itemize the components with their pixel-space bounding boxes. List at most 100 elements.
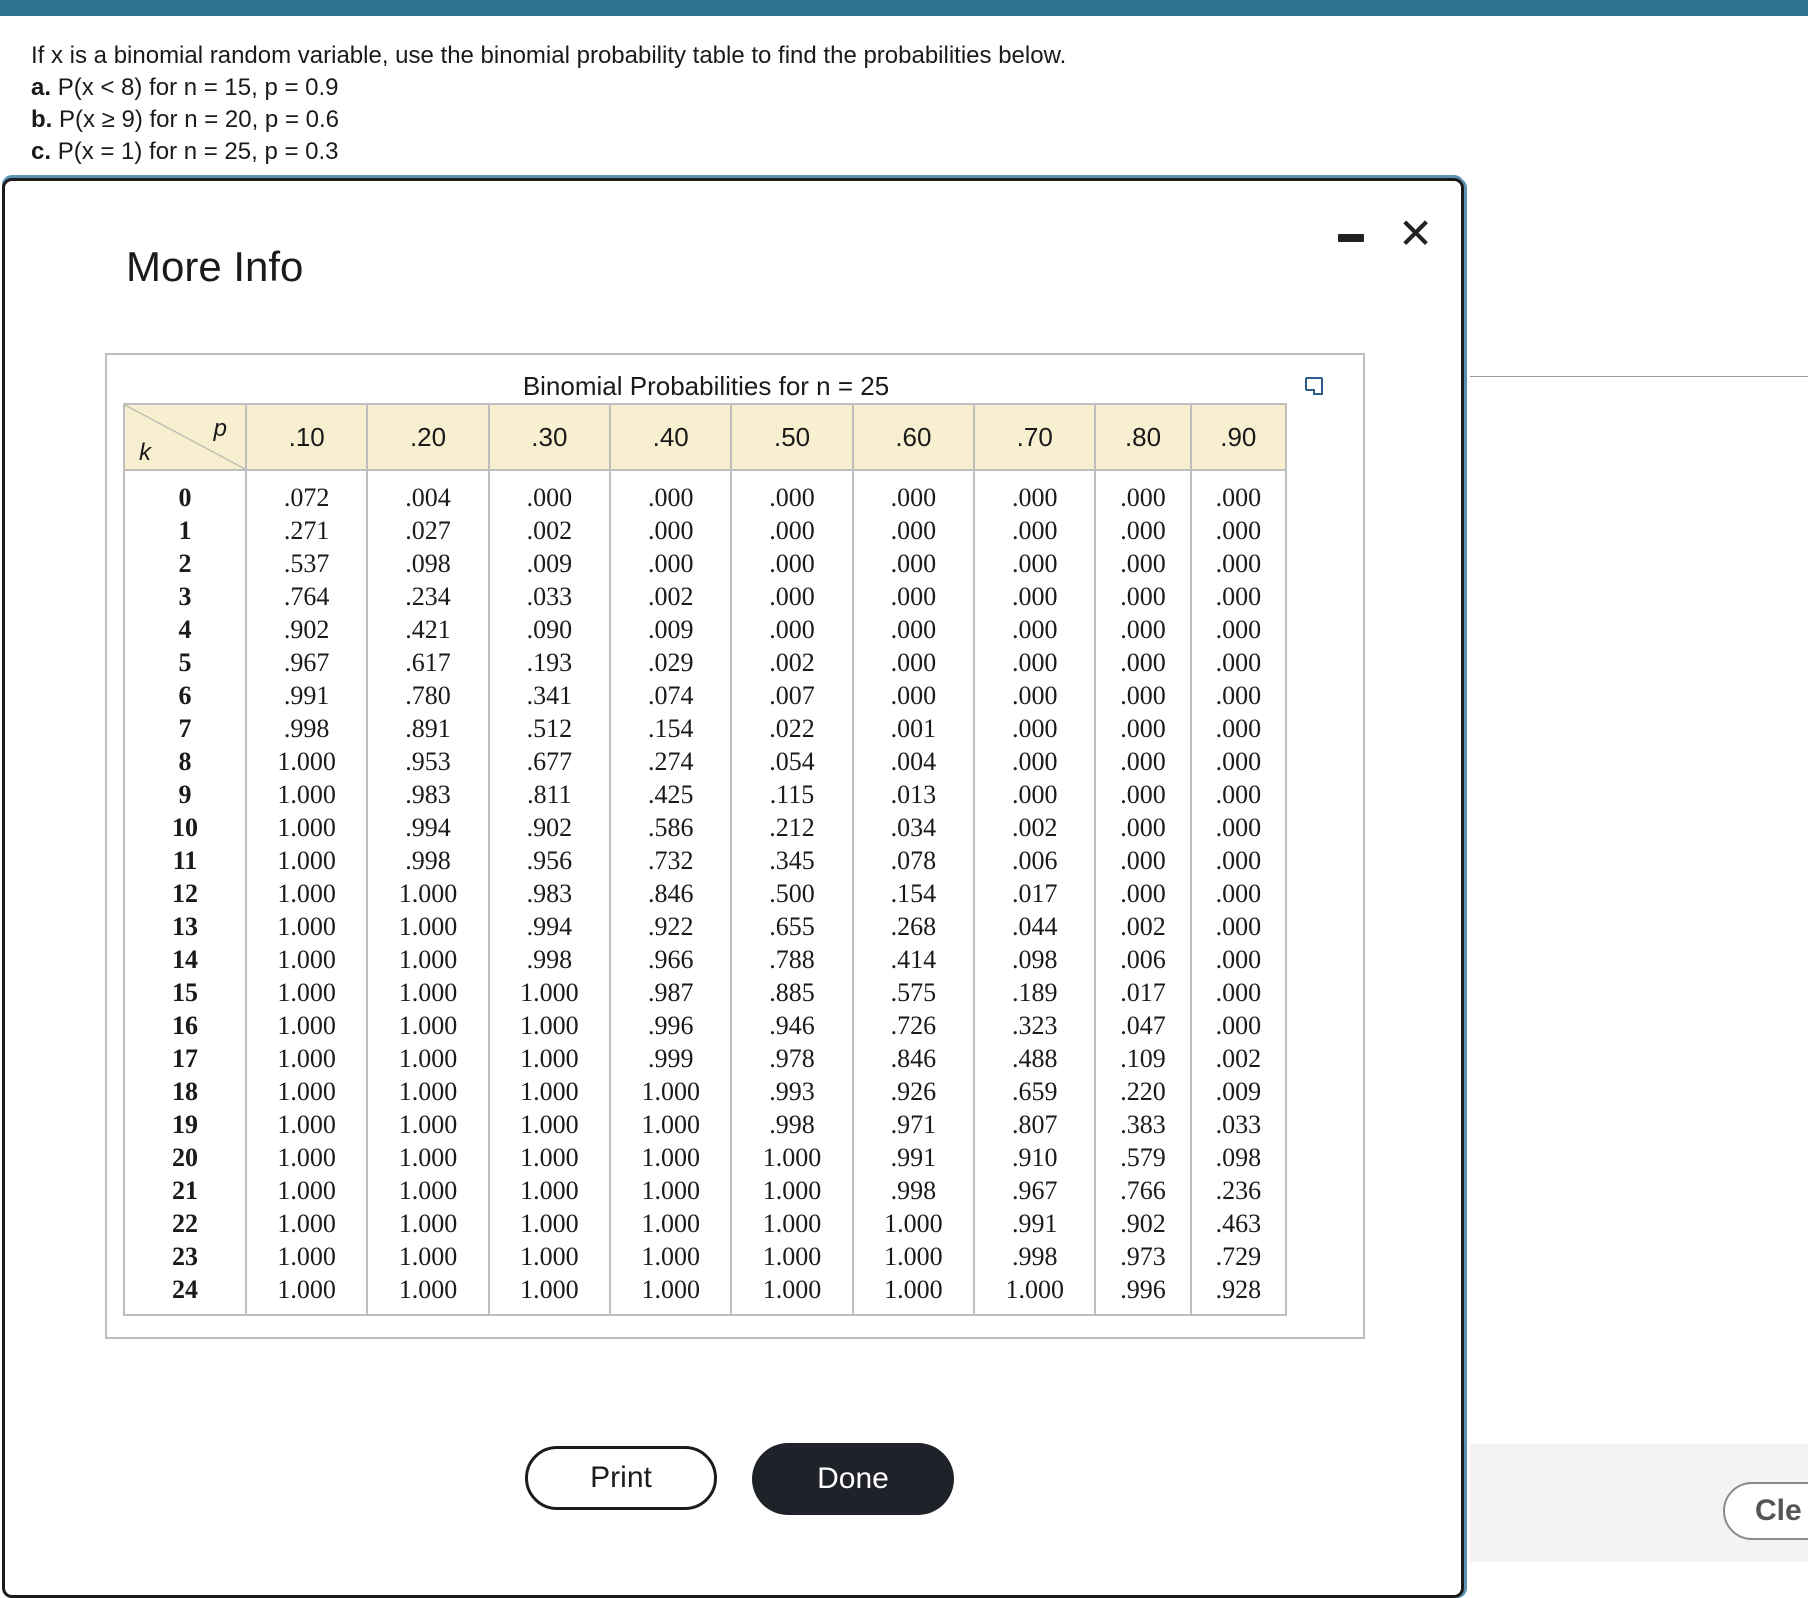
- probability-cell: 1.000: [487, 1174, 612, 1207]
- probability-cell: .928: [1189, 1273, 1288, 1316]
- k-cell: 4: [123, 613, 247, 646]
- probability-cell: .677: [487, 745, 612, 778]
- k-cell: 23: [123, 1240, 247, 1273]
- k-cell: 1: [123, 514, 247, 547]
- probability-cell: .926: [851, 1075, 976, 1108]
- probability-cell: 1.000: [366, 877, 490, 910]
- probability-cell: 1.000: [487, 1273, 612, 1316]
- probability-cell: 1.000: [730, 1141, 854, 1174]
- probability-cell: .953: [366, 745, 490, 778]
- probability-cell: 1.000: [851, 1240, 976, 1273]
- p-header-cell: .20: [366, 403, 490, 471]
- probability-cell: .000: [1094, 778, 1192, 811]
- probability-cell: .000: [1189, 910, 1288, 943]
- probability-cell: 1.000: [366, 1042, 490, 1075]
- probability-cell: .993: [730, 1075, 854, 1108]
- table-row: 11 1.000.998.956.732.345.078.006.000.000: [123, 844, 1288, 877]
- minimize-icon[interactable]: [1338, 234, 1364, 242]
- probability-cell: .000: [730, 547, 854, 580]
- table-row: 9 1.000.983.811.425.115.013.000.000.000: [123, 778, 1288, 811]
- table-body: 0.072.004.000.000.000.000.000.000.000 1.2…: [123, 470, 1288, 1316]
- probability-cell: .017: [973, 877, 1097, 910]
- dialog-title: More Info: [126, 243, 304, 290]
- probability-cell: .000: [851, 613, 976, 646]
- k-cell: 5: [123, 646, 247, 679]
- probability-cell: .000: [851, 514, 976, 547]
- probability-cell: .000: [851, 470, 976, 514]
- table-row: 12 1.000 1.000.983.846.500.154.017.000.000: [123, 877, 1288, 910]
- k-cell: 15: [123, 976, 247, 1009]
- probability-cell: .922: [609, 910, 733, 943]
- probability-cell: 1.000: [609, 1240, 733, 1273]
- probability-cell: .000: [487, 470, 612, 514]
- probability-cell: 1.000: [244, 1009, 369, 1042]
- probability-cell: .000: [1094, 745, 1192, 778]
- probability-cell: .000: [973, 778, 1097, 811]
- probability-cell: 1.000: [244, 1273, 369, 1316]
- probability-cell: .000: [730, 470, 854, 514]
- probability-cell: .971: [851, 1108, 976, 1141]
- probability-cell: 1.000: [244, 1108, 369, 1141]
- close-icon[interactable]: ✕: [1398, 213, 1433, 255]
- k-label: k: [139, 439, 151, 466]
- table-row: 6.991.780.341.074.007.000.000.000.000: [123, 679, 1288, 712]
- probability-cell: .991: [244, 679, 369, 712]
- probability-cell: 1.000: [366, 1009, 490, 1042]
- probability-cell: .323: [973, 1009, 1097, 1042]
- probability-cell: 1.000: [366, 1207, 490, 1240]
- k-cell: 7: [123, 712, 247, 745]
- probability-cell: .001: [851, 712, 976, 745]
- question-text: If x is a binomial random variable, use …: [31, 40, 1066, 168]
- probability-cell: 1.000: [609, 1075, 733, 1108]
- probability-cell: .991: [973, 1207, 1097, 1240]
- probability-cell: 1.000: [244, 844, 369, 877]
- table-row: 20 1.000 1.000 1.000 1.000 1.000.991.910.579.…: [123, 1141, 1288, 1174]
- probability-cell: 1.000: [609, 1141, 733, 1174]
- print-button[interactable]: Print: [525, 1446, 717, 1510]
- table-row: 7.998.891.512.154.022.001.000.000.000: [123, 712, 1288, 745]
- done-button[interactable]: Done: [752, 1443, 954, 1515]
- k-cell: 24: [123, 1273, 247, 1316]
- binomial-table: p k .10.20.30.40.50.60.70.80.90 0.072.00…: [123, 403, 1288, 1316]
- probability-cell: .341: [487, 679, 612, 712]
- probability-cell: 1.000: [609, 1273, 733, 1316]
- table-row: 13 1.000 1.000.994.922.655.268.044.002.000: [123, 910, 1288, 943]
- k-cell: 12: [123, 877, 247, 910]
- table-row: 22 1.000 1.000 1.000 1.000 1.000 1.000.991.902…: [123, 1207, 1288, 1240]
- probability-cell: .000: [1189, 778, 1288, 811]
- probability-cell: .998: [487, 943, 612, 976]
- clear-button[interactable]: Cle: [1723, 1482, 1808, 1540]
- probability-cell: 1.000: [730, 1273, 854, 1316]
- probability-cell: .000: [1189, 613, 1288, 646]
- probability-cell: .996: [609, 1009, 733, 1042]
- probability-cell: .000: [1189, 547, 1288, 580]
- probability-cell: .072: [244, 470, 369, 514]
- probability-cell: .902: [487, 811, 612, 844]
- probability-cell: 1.000: [244, 1075, 369, 1108]
- probability-cell: .000: [1094, 712, 1192, 745]
- probability-cell: .000: [1189, 514, 1288, 547]
- k-cell: 2: [123, 547, 247, 580]
- probability-cell: 1.000: [366, 1075, 490, 1108]
- probability-cell: .000: [1094, 646, 1192, 679]
- probability-cell: .268: [851, 910, 976, 943]
- probability-cell: .910: [973, 1141, 1097, 1174]
- probability-cell: 1.000: [730, 1174, 854, 1207]
- probability-cell: .002: [1094, 910, 1192, 943]
- probability-cell: .220: [1094, 1075, 1192, 1108]
- probability-cell: .000: [1189, 976, 1288, 1009]
- probability-cell: .414: [851, 943, 976, 976]
- probability-cell: .212: [730, 811, 854, 844]
- popout-icon[interactable]: [1305, 377, 1323, 395]
- probability-cell: .996: [1094, 1273, 1192, 1316]
- p-header-cell: .40: [609, 403, 733, 471]
- probability-cell: .000: [609, 470, 733, 514]
- probability-cell: .007: [730, 679, 854, 712]
- probability-cell: 1.000: [244, 745, 369, 778]
- question-intro: If x is a binomial random variable, use …: [31, 42, 1067, 69]
- probability-cell: .000: [1189, 943, 1288, 976]
- table-row: 14 1.000 1.000.998.966.788.414.098.006.000: [123, 943, 1288, 976]
- probability-cell: .154: [609, 712, 733, 745]
- probability-cell: .902: [1094, 1207, 1192, 1240]
- probability-cell: .732: [609, 844, 733, 877]
